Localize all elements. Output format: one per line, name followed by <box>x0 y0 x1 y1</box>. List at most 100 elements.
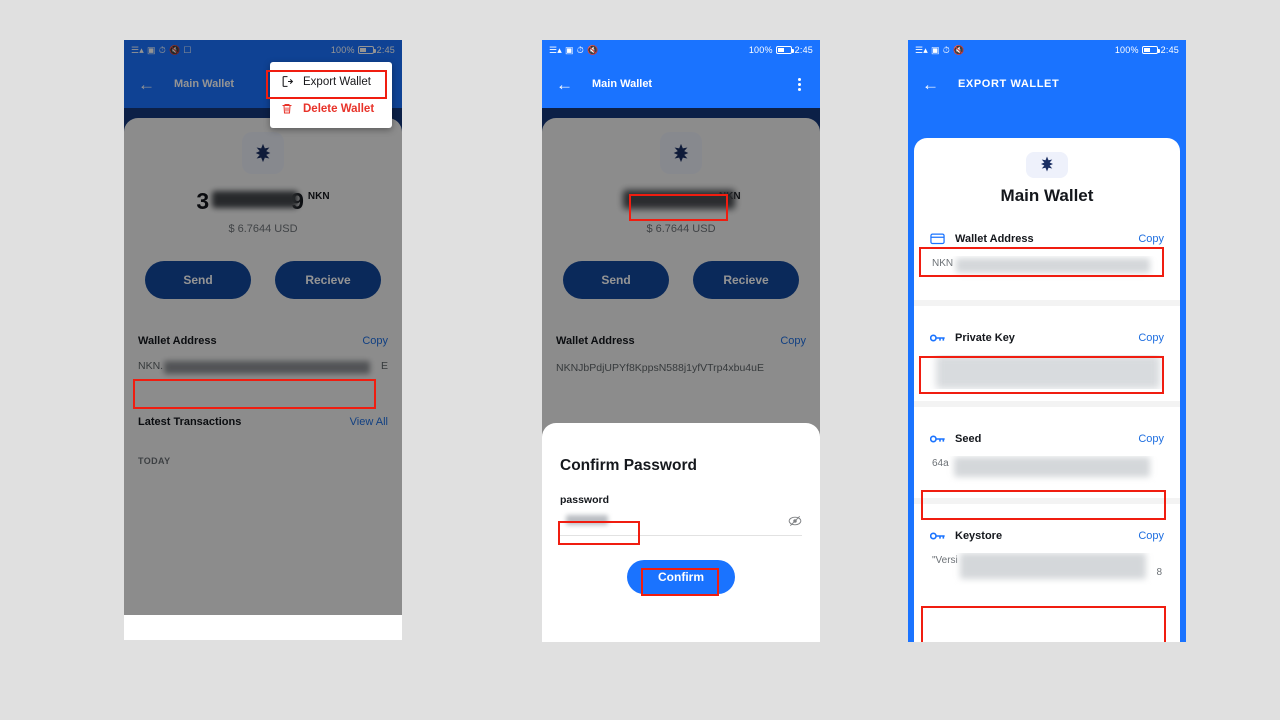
wallet-address-label: Wallet Address <box>138 335 217 347</box>
copy-button[interactable]: Copy <box>1138 433 1164 445</box>
copy-address-button[interactable]: Copy <box>362 335 388 347</box>
app-bar: ← Main Wallet <box>542 60 820 108</box>
battery-icon <box>775 46 794 54</box>
view-all-button[interactable]: View All <box>350 416 388 428</box>
transactions-label: Latest Transactions <box>138 416 242 428</box>
balance-value: 11111111 <box>621 188 736 215</box>
back-arrow-icon[interactable]: ← <box>138 76 160 93</box>
page-title: EXPORT WALLET <box>958 78 1060 90</box>
back-arrow-icon[interactable]: ← <box>556 76 578 93</box>
value-prefix: NKN <box>932 258 954 269</box>
password-redaction <box>566 515 608 525</box>
action-buttons: Send Recieve <box>542 261 820 299</box>
export-icon <box>280 75 294 88</box>
mute-icon: 🔇 <box>586 44 599 55</box>
sim-icon: ▣ <box>565 44 574 55</box>
password-input[interactable] <box>560 512 788 529</box>
sim-icon: ▣ <box>931 44 940 55</box>
send-button[interactable]: Send <box>145 261 251 299</box>
address-prefix: NKN. <box>138 360 164 372</box>
password-field-label: password <box>560 494 610 506</box>
value-prefix: 64a <box>932 458 949 469</box>
menu-item-export-wallet[interactable]: Export Wallet <box>270 68 392 95</box>
key-icon <box>930 332 947 344</box>
menu-item-label: Delete Wallet <box>303 102 375 115</box>
value-redaction <box>956 258 1150 273</box>
export-page-background: Main Wallet Wallet Address Copy NKN Priv… <box>908 108 1186 642</box>
wallet-name: Main Wallet <box>1000 186 1094 205</box>
eye-off-icon[interactable] <box>788 514 802 528</box>
alarm-icon: ⏱ <box>942 44 950 55</box>
clock-label: 2:45 <box>794 45 813 55</box>
battery-icon <box>357 46 376 54</box>
section-wallet-address: Wallet Address Copy NKN <box>914 232 1180 282</box>
status-icons: ☰▴ ▣ ⏱ 🔇 ☐ <box>131 44 192 55</box>
copy-button[interactable]: Copy <box>1138 530 1164 542</box>
copy-button[interactable]: Copy <box>1138 233 1164 245</box>
wallet-address-label: Wallet Address <box>556 335 635 347</box>
nkn-logo-icon <box>242 132 284 174</box>
status-bar: ☰▴ ▣ ⏱ 🔇 100% 2:45 <box>542 40 820 60</box>
mute-icon: 🔇 <box>952 44 965 55</box>
section-divider <box>914 498 1180 504</box>
copy-address-button[interactable]: Copy <box>780 335 806 347</box>
trash-icon <box>280 102 294 115</box>
section-label: Private Key <box>955 332 1015 344</box>
screenshot-stage: ☰▴ ▣ ⏱ 🔇 ☐ 100% 2:45 ← Main Wallet 3 NKN… <box>0 0 1280 720</box>
nkn-logo-icon <box>660 132 702 174</box>
status-icons: ☰▴ ▣ ⏱ 🔇 <box>915 44 965 55</box>
balance-unit-label: NKN <box>307 191 330 202</box>
balance-row: 11111111 NKN <box>542 188 820 215</box>
wallet-options-menu: Export Wallet Delete Wallet <box>270 62 392 128</box>
back-arrow-icon[interactable]: ← <box>922 76 944 93</box>
signal-icon: ☰▴ <box>915 44 928 55</box>
kebab-menu-icon[interactable] <box>792 77 806 91</box>
wallet-address-value: NKN. E <box>138 356 388 380</box>
receive-button[interactable]: Recieve <box>275 261 381 299</box>
password-row <box>560 512 802 536</box>
nkn-logo-icon <box>1026 152 1068 178</box>
today-divider-label: TODAY <box>138 456 171 466</box>
address-suffix: E <box>380 360 388 372</box>
section-value: NKN <box>930 256 1164 282</box>
mute-icon: 🔇 <box>168 44 181 55</box>
signal-icon: ☰▴ <box>549 44 562 55</box>
page-title: Main Wallet <box>592 78 653 90</box>
battery-percent-label: 100% <box>748 45 773 55</box>
receive-button[interactable]: Recieve <box>693 261 799 299</box>
dialog-title: Confirm Password <box>560 457 697 474</box>
menu-item-delete-wallet[interactable]: Delete Wallet <box>270 95 392 122</box>
status-right: 100% 2:45 <box>1115 45 1179 55</box>
section-keystore: Keystore Copy "Versi 8 <box>914 530 1180 585</box>
wallet-address-header: Wallet Address Copy <box>542 335 820 347</box>
section-divider <box>914 300 1180 306</box>
battery-percent-label: 100% <box>1114 45 1139 55</box>
value-redaction <box>954 457 1150 477</box>
battery-percent-label: 100% <box>330 45 355 55</box>
section-value: 64a <box>930 456 1164 484</box>
signal-icon: ☰▴ <box>131 44 144 55</box>
battery-icon <box>1141 46 1160 54</box>
phone-panel-1: ☰▴ ▣ ⏱ 🔇 ☐ 100% 2:45 ← Main Wallet 3 NKN… <box>124 40 402 640</box>
confirm-button[interactable]: Confirm <box>627 560 735 594</box>
send-button[interactable]: Send <box>563 261 669 299</box>
balance-value: 311111119 <box>196 188 304 215</box>
section-private-key: Private Key Copy <box>914 332 1180 389</box>
clock-label: 2:45 <box>1160 45 1179 55</box>
action-buttons: Send Recieve <box>124 261 402 299</box>
section-label: Keystore <box>955 530 1003 542</box>
balance-redaction <box>623 190 736 209</box>
clock-label: 2:45 <box>376 45 395 55</box>
wallet-address-header: Wallet Address Copy <box>124 335 402 347</box>
wallet-icon <box>930 232 947 245</box>
section-value <box>930 355 1164 389</box>
fiat-value: $ 6.7644 USD <box>228 223 298 235</box>
wallet-address-value: NKNJbPdjUPYf8KppsN588j1yfVTrp4xbu4uE <box>556 362 764 374</box>
key-icon <box>930 530 947 542</box>
status-right: 100% 2:45 <box>749 45 813 55</box>
alarm-icon: ⏱ <box>158 44 166 55</box>
transactions-header: Latest Transactions View All <box>124 416 402 428</box>
key-icon <box>930 433 947 445</box>
sim-icon: ▣ <box>147 44 156 55</box>
copy-button[interactable]: Copy <box>1138 332 1164 344</box>
